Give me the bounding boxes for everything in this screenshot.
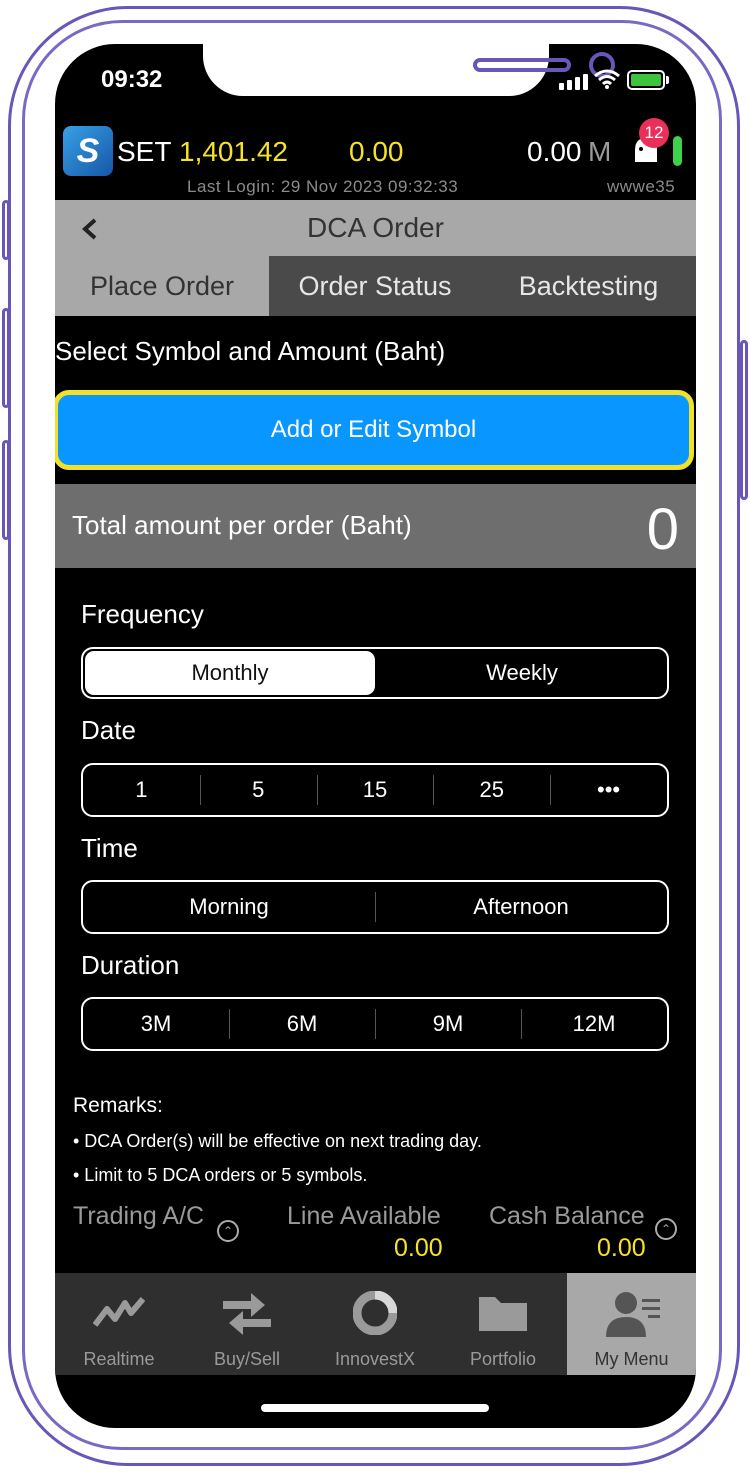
trading-account-chevron-icon[interactable]: ⌃	[217, 1220, 239, 1242]
cash-balance-label: Cash Balance	[489, 1202, 645, 1230]
phone-side-button	[740, 340, 748, 500]
duration-option-3m[interactable]: 3M	[83, 999, 229, 1049]
date-label: Date	[81, 715, 136, 745]
frequency-option-weekly[interactable]: Weekly	[377, 649, 667, 697]
app-screen: 09:32 S SET 1,401.42 0.00 0.00 M 12 Last…	[55, 44, 696, 1428]
tab-backtesting[interactable]: Backtesting	[481, 256, 696, 316]
status-time: 09:32	[101, 66, 163, 93]
exchange-arrows-icon	[223, 1293, 271, 1335]
tab-order-status[interactable]: Order Status	[269, 256, 481, 316]
market-index: 1,401.42	[179, 136, 288, 167]
phone-side-button	[2, 308, 10, 408]
date-option-25[interactable]: 25	[433, 765, 550, 815]
innovestx-icon	[353, 1291, 397, 1335]
total-amount-value: 0	[646, 497, 679, 562]
connection-status-indicator	[673, 136, 682, 166]
battery-icon	[627, 70, 665, 90]
nav-label: My Menu	[594, 1349, 669, 1369]
nav-innovestx[interactable]: InnovestX	[311, 1273, 439, 1375]
user-menu-icon	[605, 1292, 660, 1337]
nav-label: Buy/Sell	[213, 1349, 281, 1369]
phone-notch	[203, 44, 615, 96]
section-label: Select Symbol and Amount (Baht)	[55, 336, 446, 366]
remark-item: • DCA Order(s) will be effective on next…	[73, 1131, 482, 1151]
notification-badge: 12	[639, 118, 669, 148]
market-volume: 0.00	[527, 136, 582, 167]
back-chevron-icon[interactable]	[81, 218, 99, 240]
frequency-segmented-control: Monthly Weekly	[81, 647, 669, 699]
index-change: 0.00	[349, 136, 404, 167]
volume-unit: M	[588, 136, 612, 167]
time-option-afternoon[interactable]: Afternoon	[375, 882, 667, 932]
nav-realtime[interactable]: Realtime	[55, 1273, 183, 1375]
phone-side-button	[2, 440, 10, 540]
duration-segmented-control: 3M 6M 9M 12M	[81, 997, 669, 1051]
duration-option-9m[interactable]: 9M	[375, 999, 521, 1049]
line-available-label: Line Available	[287, 1202, 441, 1230]
total-amount-label: Total amount per order (Baht)	[72, 510, 412, 540]
time-option-morning[interactable]: Morning	[83, 882, 375, 932]
frequency-label: Frequency	[81, 599, 204, 629]
cash-balance-value: 0.00	[597, 1234, 646, 1262]
line-chart-icon	[93, 1297, 145, 1327]
date-option-more[interactable]: •••	[550, 765, 667, 815]
frequency-option-monthly[interactable]: Monthly	[85, 651, 375, 695]
date-option-5[interactable]: 5	[199, 765, 317, 815]
nav-portfolio[interactable]: Portfolio	[439, 1273, 567, 1375]
last-login-text: Last Login: 29 Nov 2023 09:32:33	[187, 177, 459, 196]
date-option-1[interactable]: 1	[83, 765, 200, 815]
duration-label: Duration	[81, 950, 180, 980]
page-title: DCA Order	[307, 212, 444, 243]
nav-label: Portfolio	[469, 1349, 537, 1369]
app-logo: S	[63, 126, 113, 176]
time-segmented-control: Morning Afternoon	[81, 880, 669, 934]
time-label: Time	[81, 833, 138, 863]
tab-place-order[interactable]: Place Order	[55, 256, 269, 316]
market-name: SET	[117, 136, 172, 167]
line-available-value: 0.00	[394, 1234, 443, 1262]
remark-item: • Limit to 5 DCA orders or 5 symbols.	[73, 1165, 368, 1185]
wifi-icon	[594, 69, 620, 89]
duration-option-12m[interactable]: 12M	[521, 999, 667, 1049]
trading-account-label[interactable]: Trading A/C	[73, 1202, 204, 1231]
cellular-signal-icon	[559, 74, 588, 90]
home-indicator[interactable]	[261, 1404, 489, 1412]
date-option-15[interactable]: 15	[316, 765, 434, 815]
add-edit-symbol-button[interactable]: Add or Edit Symbol	[55, 390, 694, 470]
nav-my-menu[interactable]: My Menu	[567, 1273, 696, 1375]
remarks-title: Remarks:	[73, 1094, 163, 1117]
folder-icon	[479, 1297, 527, 1331]
nav-label: Realtime	[83, 1349, 155, 1369]
tab-bar: Place Order Order Status Backtesting	[55, 256, 696, 316]
cash-balance-chevron-icon[interactable]: ⌃	[655, 1218, 677, 1240]
bottom-navigation: Realtime Buy/Sell InnovestX Portfolio My…	[55, 1273, 696, 1375]
date-segmented-control: 1 5 15 25 •••	[81, 763, 669, 817]
nav-label: InnovestX	[334, 1349, 416, 1369]
user-id: wwwe35	[607, 177, 676, 196]
duration-option-6m[interactable]: 6M	[229, 999, 375, 1049]
speaker-grille	[473, 58, 571, 72]
battery-cap	[666, 76, 669, 84]
nav-buy-sell[interactable]: Buy/Sell	[183, 1273, 311, 1375]
phone-side-button	[2, 200, 10, 260]
